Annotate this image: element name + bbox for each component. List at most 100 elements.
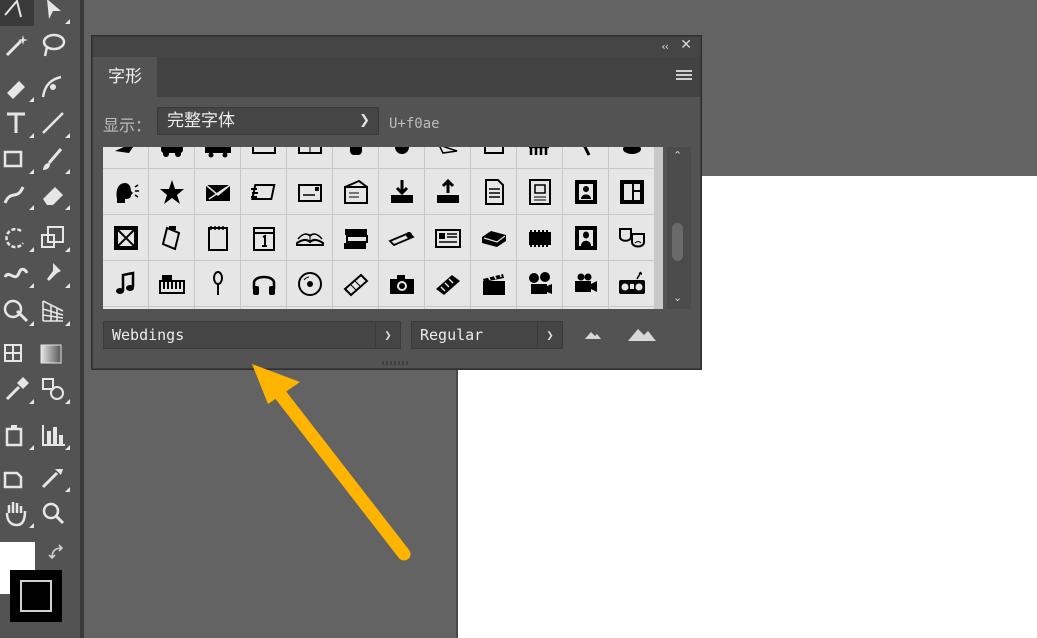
curvature-tool-icon[interactable] (36, 70, 70, 104)
glyph-cell[interactable] (517, 261, 562, 306)
scroll-down-icon[interactable]: ⌄ (673, 291, 682, 304)
glyph-cell[interactable] (609, 215, 654, 260)
inbox-download-icon (390, 179, 413, 203)
glyph-cell[interactable] (425, 261, 470, 306)
shaper-tool-icon[interactable] (0, 178, 34, 212)
glyph-cell[interactable] (287, 147, 332, 168)
scroll-thumb[interactable] (672, 223, 683, 261)
glyph-cell[interactable] (333, 147, 378, 168)
glyph-cell[interactable] (241, 261, 286, 306)
font-style-dropdown[interactable]: Regular ❯ (411, 321, 563, 349)
glyph-cell[interactable] (195, 169, 240, 214)
glyph-cell[interactable] (517, 147, 562, 168)
glyph-cell[interactable] (563, 215, 608, 260)
glyph-cell[interactable] (241, 147, 286, 168)
glyph-cell[interactable] (379, 261, 424, 306)
glyph-cell[interactable] (103, 169, 148, 214)
zoom-out-mountain-icon[interactable] (581, 327, 605, 343)
panel-titlebar[interactable]: ‹‹ ✕ (93, 37, 700, 57)
shape-builder-tool-icon[interactable] (0, 294, 34, 328)
glyph-grid-scrollbar[interactable]: ⌃ ⌄ (667, 147, 691, 309)
glyph-cell[interactable] (195, 261, 240, 306)
scroll-up-icon[interactable]: ⌃ (673, 149, 682, 162)
chevron-down-icon: ❯ (359, 113, 370, 128)
paintbrush-tool-icon[interactable] (36, 142, 70, 176)
glyph-cell[interactable] (103, 147, 148, 168)
glyph-cell[interactable] (333, 261, 378, 306)
glyph-cell[interactable] (471, 169, 516, 214)
glyph-cell[interactable] (241, 215, 286, 260)
warp-tool-icon[interactable] (0, 256, 34, 290)
glyph-cell[interactable] (333, 169, 378, 214)
glyph-cell[interactable] (103, 215, 148, 260)
glyph-cell[interactable] (149, 261, 194, 306)
glyph-cell[interactable] (379, 169, 424, 214)
line-tool-icon[interactable] (36, 106, 70, 140)
lasso-tool-icon[interactable] (36, 28, 70, 62)
rotate-tool-icon[interactable] (0, 220, 34, 254)
glyph-cell[interactable] (425, 215, 470, 260)
glyph-cell[interactable] (195, 215, 240, 260)
glyph-cell[interactable] (103, 261, 148, 306)
puppet-warp-pin-icon[interactable] (36, 256, 70, 290)
close-panel-icon[interactable]: ✕ (680, 37, 692, 53)
column-graph-tool-icon[interactable] (36, 418, 70, 452)
panel-menu-icon[interactable] (676, 70, 692, 84)
eraser-tool-icon[interactable] (36, 178, 70, 212)
glyph-cell[interactable] (149, 169, 194, 214)
glyph-cell[interactable] (333, 215, 378, 260)
pen-tool-icon[interactable] (0, 70, 34, 104)
glyph-cell[interactable] (609, 169, 654, 214)
glyph-cell[interactable] (379, 215, 424, 260)
zoom-in-mountain-icon[interactable] (626, 323, 658, 343)
glyph-cell[interactable] (517, 169, 562, 214)
glyph-cell[interactable] (471, 261, 516, 306)
chevron-down-icon[interactable]: ❯ (537, 322, 562, 348)
eyedropper-tool-icon[interactable] (0, 372, 34, 406)
gradient-tool-icon[interactable] (36, 336, 70, 370)
glyph-cell[interactable] (287, 169, 332, 214)
selection-tool-icon[interactable] (0, 0, 34, 26)
glyph-cell[interactable] (287, 261, 332, 306)
mesh-tool-icon[interactable] (0, 336, 34, 370)
type-tool-icon[interactable] (0, 106, 34, 140)
slice-tool-icon[interactable] (36, 460, 70, 494)
perspective-grid-tool-icon[interactable] (36, 294, 70, 328)
magic-wand-tool-icon[interactable] (0, 28, 34, 62)
glyph-cell[interactable] (425, 169, 470, 214)
glyph-cell[interactable] (425, 147, 470, 168)
tools-panel (0, 0, 80, 638)
show-dropdown[interactable]: 完整字体 ❯ (157, 107, 379, 135)
glyph-cell[interactable] (287, 215, 332, 260)
glyph-cell[interactable] (563, 147, 608, 168)
hand-tool-icon[interactable] (0, 496, 34, 530)
collapse-panel-icon[interactable]: ‹‹ (661, 40, 669, 53)
tab-glyphs[interactable]: 字形 (93, 57, 157, 97)
artboard-tool-icon[interactable] (0, 460, 34, 494)
rectangle-tool-icon[interactable] (0, 142, 34, 176)
swap-fill-stroke-icon[interactable] (48, 544, 68, 564)
scale-tool-icon[interactable] (36, 220, 70, 254)
mailbox-icon (343, 179, 368, 204)
resize-grip-icon[interactable] (381, 360, 411, 366)
glyph-cell[interactable] (149, 215, 194, 260)
glyph-cell[interactable] (609, 147, 654, 168)
glyph-cell[interactable] (563, 169, 608, 214)
direct-selection-tool-icon[interactable] (36, 0, 70, 26)
symbol-sprayer-tool-icon[interactable] (0, 418, 34, 452)
glyph-cell[interactable] (471, 215, 516, 260)
zoom-tool-icon[interactable] (36, 496, 70, 530)
font-family-dropdown[interactable]: Webdings ❯ (103, 321, 401, 349)
chevron-down-icon[interactable]: ❯ (375, 322, 400, 348)
glyph-cell[interactable] (471, 147, 516, 168)
stroke-color-swatch[interactable] (10, 570, 62, 622)
glyph-cell[interactable] (609, 261, 654, 306)
blend-tool-icon[interactable] (36, 372, 70, 406)
glyph-cell[interactable] (149, 147, 194, 168)
glyph-cell[interactable] (563, 261, 608, 306)
glyph-cell[interactable] (379, 147, 424, 168)
glyph-cell[interactable] (195, 147, 240, 168)
glyph-cell[interactable] (241, 169, 286, 214)
fast-mail-icon (250, 183, 276, 200)
glyph-cell[interactable] (517, 215, 562, 260)
